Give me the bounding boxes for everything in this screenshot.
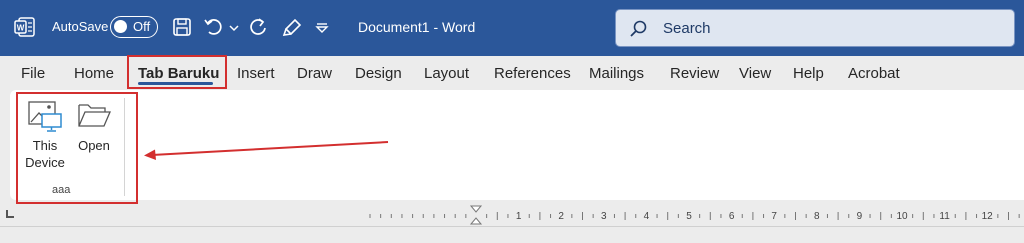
tab-design[interactable]: Design — [355, 65, 402, 82]
ruler-baseline — [0, 226, 1024, 227]
document-title: Document1 - Word — [358, 19, 476, 35]
autosave-label: AutoSave — [52, 19, 109, 34]
ruler-number: 10 — [896, 211, 908, 222]
group-highlight-box — [16, 92, 138, 204]
format-painter-icon[interactable] — [281, 15, 305, 39]
tab-file[interactable]: File — [21, 65, 45, 82]
tab-draw[interactable]: Draw — [297, 65, 332, 82]
annotation-arrow — [144, 141, 389, 160]
tab-home[interactable]: Home — [74, 65, 114, 82]
undo-icon[interactable] — [202, 15, 226, 39]
search-placeholder: Search — [663, 20, 711, 37]
ruler-number: 8 — [814, 211, 820, 222]
tab-layout[interactable]: Layout — [424, 65, 469, 82]
ruler-margin-area — [360, 210, 476, 222]
autosave-toggle[interactable]: Off — [110, 16, 158, 38]
horizontal-ruler: 1 2 3 4 5 6 7 8 9 10 11 12 — [360, 205, 1020, 225]
ruler-number: 6 — [729, 211, 735, 222]
ruler-number: 11 — [939, 211, 950, 222]
ruler-number: 12 — [982, 211, 994, 222]
save-icon[interactable] — [170, 15, 194, 39]
search-icon — [630, 20, 647, 37]
ruler-number: 2 — [558, 211, 564, 222]
ruler-number: 5 — [686, 211, 692, 222]
ruler-number: 9 — [857, 211, 863, 222]
tab-acrobat[interactable]: Acrobat — [848, 65, 900, 82]
tab-review[interactable]: Review — [670, 65, 719, 82]
search-box[interactable]: Search — [615, 9, 1015, 47]
toggle-knob — [114, 20, 127, 33]
title-bar: W AutoSave Off Document1 - Word Search — [0, 0, 1024, 56]
svg-text:W: W — [17, 24, 25, 33]
tab-view[interactable]: View — [739, 65, 771, 82]
autosave-state: Off — [133, 19, 151, 34]
tab-mailings[interactable]: Mailings — [589, 65, 644, 82]
redo-icon[interactable] — [246, 15, 270, 39]
tab-highlight-box — [127, 55, 227, 89]
tab-selector[interactable] — [6, 210, 14, 218]
customize-toolbar-icon[interactable] — [314, 15, 330, 39]
tab-insert[interactable]: Insert — [237, 65, 275, 82]
tab-references[interactable]: References — [494, 65, 571, 82]
ruler-number: 4 — [644, 211, 650, 222]
ruler-number: 1 — [516, 211, 522, 222]
word-logo-icon: W — [14, 17, 35, 37]
undo-dropdown-chevron-icon[interactable] — [228, 15, 240, 39]
tab-help[interactable]: Help — [793, 65, 824, 82]
ruler-number: 3 — [601, 211, 607, 222]
ruler-number: 7 — [771, 211, 777, 222]
